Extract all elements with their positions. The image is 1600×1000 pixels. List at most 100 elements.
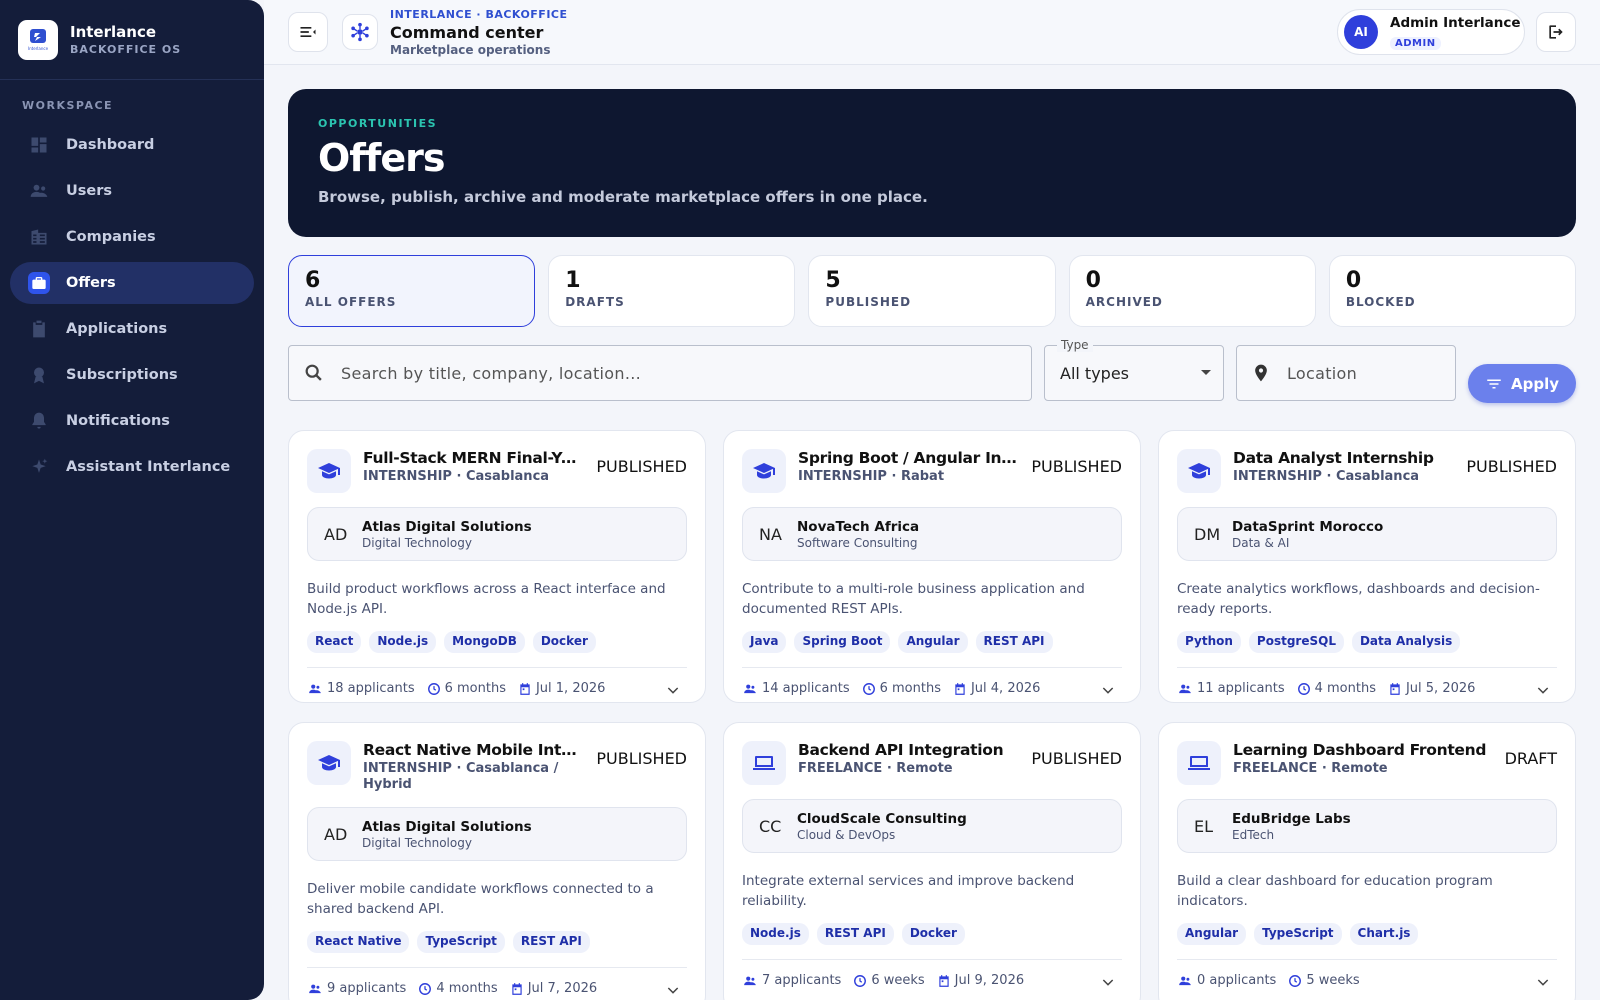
- skill-tag: Angular: [898, 631, 968, 653]
- users-icon: [309, 684, 321, 693]
- company-chip[interactable]: AD Atlas Digital Solutions Digital Technol…: [307, 807, 687, 861]
- sidebar-item-subscriptions[interactable]: Subscriptions: [10, 354, 254, 396]
- company-chip[interactable]: NA NovaTech Africa Software Consulting: [742, 507, 1122, 561]
- logout-icon: [1549, 25, 1563, 39]
- offer-title: Backend API Integration: [798, 741, 1004, 759]
- offer-card[interactable]: Backend API Integration FREELANCE · Remot…: [723, 722, 1141, 1000]
- user-name: Admin Interlance: [1390, 14, 1521, 31]
- stat-tab-drafts[interactable]: 1 DRAFTS: [548, 255, 796, 327]
- header-title: Command center: [390, 23, 544, 42]
- stat-label: PUBLISHED: [825, 295, 912, 309]
- sidebar-item-notifications[interactable]: Notifications: [10, 400, 254, 442]
- users-icon: [309, 984, 321, 993]
- filter-icon: [1487, 379, 1501, 388]
- status-badge: DRAFT: [1504, 749, 1557, 768]
- offer-title: Learning Dashboard Frontend: [1233, 741, 1487, 759]
- brand-name: Interlance: [70, 23, 157, 41]
- chevron-down-icon[interactable]: [1100, 682, 1116, 702]
- caret-down-icon: [1201, 370, 1211, 375]
- stat-label: ALL OFFERS: [305, 295, 397, 309]
- stat-count: 0: [1345, 268, 1362, 293]
- offer-description: Build a clear dashboard for education pr…: [1177, 873, 1493, 909]
- chevron-down-icon[interactable]: [1535, 682, 1551, 702]
- brand[interactable]: Interlance Interlance BACKOFFICE OS: [0, 0, 264, 80]
- companies-icon: [28, 226, 50, 248]
- search-input[interactable]: [341, 363, 941, 383]
- skill-tag: Java: [742, 631, 787, 653]
- location-field[interactable]: [1236, 345, 1456, 401]
- graduation-cap-icon: [742, 449, 786, 493]
- chevron-down-icon[interactable]: [1100, 974, 1116, 994]
- sidebar-item-companies[interactable]: Companies: [10, 216, 254, 258]
- type-select[interactable]: Type All types: [1044, 338, 1224, 401]
- skill-tags: React Native TypeScript REST API: [307, 931, 687, 953]
- skill-tag: React Native: [307, 931, 410, 953]
- header-subtitle: Marketplace operations: [390, 43, 551, 57]
- chevron-down-icon[interactable]: [1535, 974, 1551, 994]
- stat-label: DRAFTS: [565, 295, 625, 309]
- offer-description: Build product workflows across a React i…: [307, 581, 666, 617]
- user-role-badge: ADMIN: [1390, 36, 1441, 50]
- skill-tag: Data Analysis: [1351, 631, 1461, 653]
- stat-tab-archived[interactable]: 0 ARCHIVED: [1068, 255, 1316, 327]
- offer-card[interactable]: Full-Stack MERN Final-Yea... INTERNSHIP ·…: [288, 430, 706, 703]
- sidebar-item-label: Users: [66, 183, 113, 199]
- company-chip[interactable]: CC CloudScale Consulting Cloud & DevOps: [742, 799, 1122, 853]
- users-icon: [744, 684, 756, 693]
- stat-count: 1: [565, 268, 581, 293]
- sidebar-item-label: Dashboard: [66, 137, 155, 153]
- stat-tab-published[interactable]: 5 PUBLISHED: [808, 255, 1056, 327]
- skill-tag: Chart.js: [1349, 923, 1419, 945]
- offer-footer: 7 applicants 6 weeks Jul 9, 2026: [742, 959, 1122, 1000]
- chevron-down-icon[interactable]: [665, 682, 681, 702]
- stat-tab-blocked[interactable]: 0 BLOCKED: [1328, 255, 1577, 327]
- company-sector: Cloud & DevOps: [797, 827, 896, 842]
- skill-tag: REST API: [816, 923, 894, 945]
- sidebar-item-assistant-interlance[interactable]: Assistant Interlance: [10, 446, 254, 488]
- sidebar-item-label: Assistant Interlance: [66, 459, 231, 475]
- sidebar-item-dashboard[interactable]: Dashboard: [10, 124, 254, 166]
- sidebar-item-label: Subscriptions: [66, 367, 178, 383]
- company-initials: NA: [759, 524, 782, 544]
- stat-tab-all-offers[interactable]: 6 ALL OFFERS: [288, 255, 536, 327]
- location-input[interactable]: [1287, 363, 1447, 383]
- user-menu[interactable]: AI Admin Interlance ADMIN: [1337, 9, 1525, 55]
- calendar-icon: [939, 974, 949, 987]
- clipboard-icon: [28, 318, 50, 340]
- logout-button[interactable]: [1536, 12, 1576, 52]
- apply-button-label: Apply: [1510, 374, 1559, 393]
- avatar: AI: [1344, 15, 1378, 49]
- sidebar-item-applications[interactable]: Applications: [10, 308, 254, 350]
- duration: 6 weeks: [853, 973, 925, 988]
- offer-description: Integrate external services and improve …: [742, 873, 1075, 909]
- offer-title: Full-Stack MERN Final-Yea...: [363, 449, 587, 467]
- company-chip[interactable]: EL EduBridge Labs EdTech: [1177, 799, 1557, 853]
- apply-button[interactable]: Apply: [1468, 364, 1576, 403]
- sidebar-item-offers[interactable]: Offers: [10, 262, 254, 304]
- skill-tag: REST API: [975, 631, 1053, 653]
- offer-card[interactable]: Learning Dashboard Frontend FREELANCE · R…: [1158, 722, 1576, 1000]
- skill-tag: MongoDB: [444, 631, 525, 653]
- calendar-icon: [1390, 682, 1400, 695]
- bell-icon: [28, 410, 50, 432]
- hero-kicker: OPPORTUNITIES: [318, 117, 438, 130]
- search-field[interactable]: [288, 345, 1032, 401]
- clock-icon: [1297, 682, 1310, 695]
- sidebar-item-users[interactable]: Users: [10, 170, 254, 212]
- company-name: NovaTech Africa: [797, 518, 920, 535]
- status-filter-tabs: 6 ALL OFFERS 1 DRAFTS 5 PUBLISHED 0 ARCHIVED 0 BL…: [288, 255, 1577, 327]
- offer-footer: 14 applicants 6 months Jul 4, 2026: [742, 667, 1122, 702]
- page-title: Offers: [318, 136, 446, 180]
- skill-tag: Python: [1177, 631, 1241, 653]
- chevron-down-icon[interactable]: [665, 982, 681, 1000]
- offer-card[interactable]: React Native Mobile Interns... INTERNSHIP…: [288, 722, 706, 1000]
- collapse-menu-button[interactable]: [288, 12, 328, 52]
- company-chip[interactable]: DM DataSprint Morocco Data & AI: [1177, 507, 1557, 561]
- offer-card[interactable]: Data Analyst Internship INTERNSHIP · Casa…: [1158, 430, 1576, 703]
- company-chip[interactable]: AD Atlas Digital Solutions Digital Technol…: [307, 507, 687, 561]
- offer-description: Contribute to a multi-role business appl…: [742, 581, 1085, 617]
- offer-card[interactable]: Spring Boot / Angular Inter... INTERNSHIP…: [723, 430, 1141, 703]
- offer-title: React Native Mobile Interns...: [363, 741, 586, 759]
- clock-icon: [854, 974, 867, 987]
- status-badge: PUBLISHED: [596, 457, 687, 476]
